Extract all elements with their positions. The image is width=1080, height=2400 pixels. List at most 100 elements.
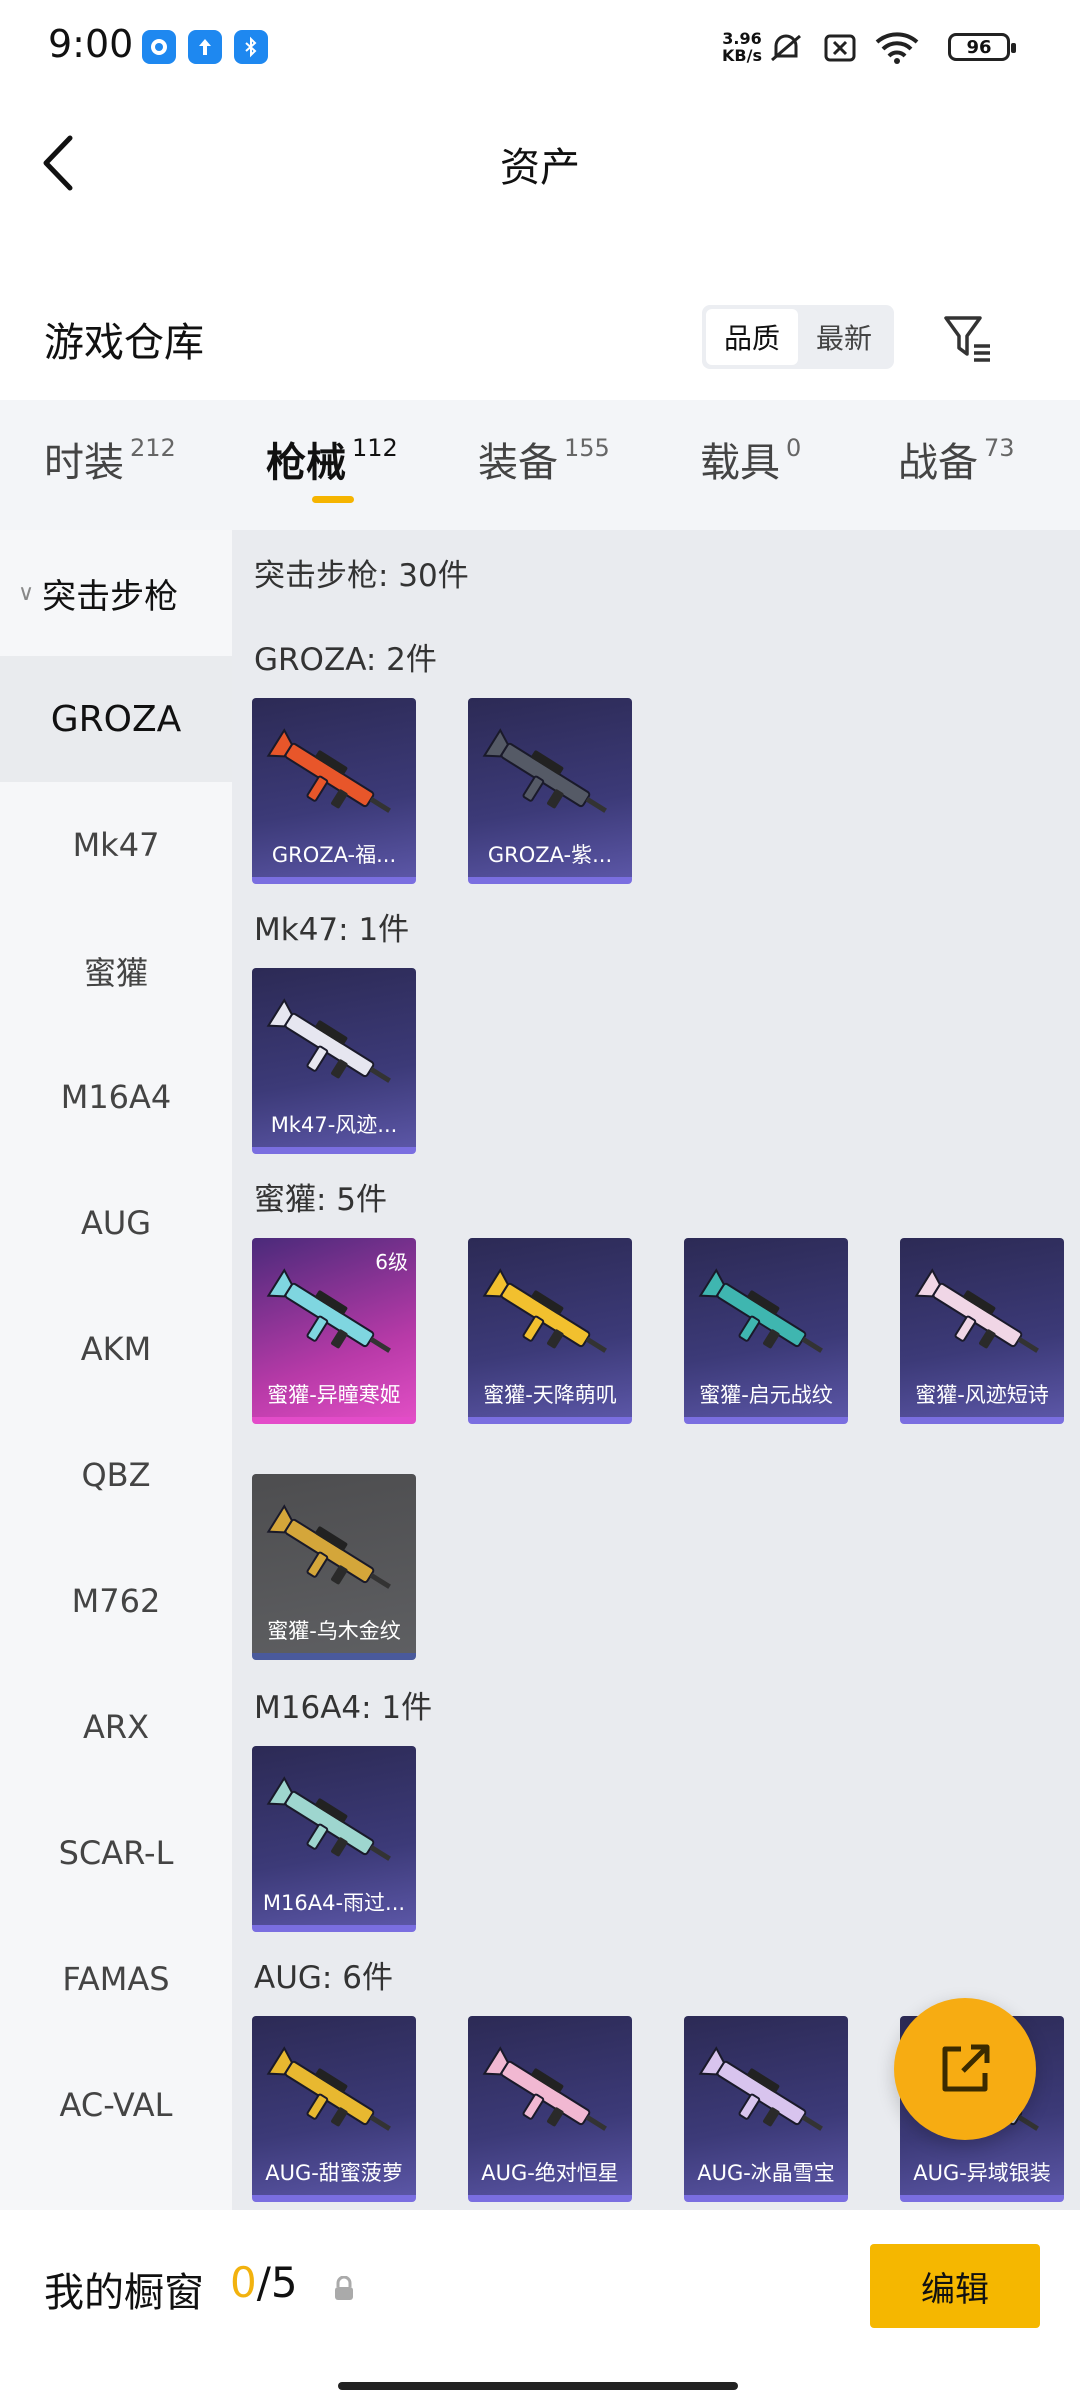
sort-quality-button[interactable]: 品质 [706,309,798,365]
active-tab-indicator [312,496,354,503]
weapon-image [266,1268,391,1353]
battery-indicator: 96 [948,33,1016,61]
weapon-image [266,1776,391,1861]
sidebar-item-famas[interactable]: FAMAS [0,1916,232,2042]
home-indicator [338,2382,738,2390]
tab-count: 73 [984,434,1015,462]
sim-off-icon [824,34,856,62]
weapon-card-name: AUG-甜蜜菠萝 [265,2161,403,2185]
tab-label: 时装 [44,440,124,486]
weapon-image [482,2046,607,2131]
tab-count: 155 [564,434,610,462]
showcase-count-current: 0 [230,2258,257,2307]
weapon-card[interactable]: GROZA-福... [252,698,416,884]
weapon-card-name: M16A4-雨过... [262,1891,406,1915]
weapon-level-badge: 6级 [375,1250,408,1274]
app-notification-icon [142,30,176,64]
tab-label: 枪械 [266,440,346,486]
sidebar-item-m16a4[interactable]: M16A4 [0,1034,232,1160]
weapon-card[interactable]: M16A4-雨过... [252,1746,416,1932]
share-button[interactable] [894,1998,1036,2140]
weapon-image [698,1268,823,1353]
weapon-card-name: 蜜獾-异瞳寒姬 [267,1383,401,1407]
sort-latest-button[interactable]: 最新 [798,309,890,365]
network-speed: 3.96 KB/s [722,30,762,64]
tab-count: 212 [130,434,176,462]
tab-firearms[interactable]: 枪械 112 [266,430,398,488]
tab-count: 0 [786,434,802,462]
sidebar-item-mk47[interactable]: Mk47 [0,782,232,908]
weapon-card[interactable]: AUG-甜蜜菠萝 [252,2016,416,2202]
filter-button[interactable] [940,310,996,366]
sidebar-item-ac-val[interactable]: AC-VAL [0,2042,232,2168]
weapon-card[interactable]: 蜜獾-启元战纹 [684,1238,848,1424]
section-title-groza: GROZA: 2件 [254,642,437,678]
sidebar-item-groza[interactable]: GROZA [0,656,232,782]
sidebar-item-qbz[interactable]: QBZ [0,1412,232,1538]
weapon-card-name: 蜜獾-乌木金纹 [267,1619,401,1643]
weapon-card[interactable]: GROZA-紫... [468,698,632,884]
weapon-card-name: Mk47-风迹... [270,1113,398,1137]
weapon-card-name: 蜜獾-启元战纹 [699,1383,833,1407]
page-title: 资产 [500,145,580,191]
weapon-card-name: AUG-冰晶雪宝 [697,2161,835,2185]
weapon-image [482,1268,607,1353]
sidebar-item-aug[interactable]: AUG [0,1160,232,1286]
tab-supplies[interactable]: 战备 73 [898,430,1015,488]
bluetooth-icon [234,30,268,64]
tab-label: 装备 [478,440,558,486]
network-speed-value: 3.96 [722,29,762,48]
weapon-card[interactable]: AUG-绝对恒星 [468,2016,632,2202]
sidebar-item-m762[interactable]: M762 [0,1538,232,1664]
sidebar-group-assault-rifles[interactable]: ∨ 突击步枪 [0,530,232,656]
weapon-card-name: AUG-绝对恒星 [481,2161,619,2185]
status-time: 9:00 [48,22,134,66]
weapon-card-name: AUG-异域银装 [913,2161,1051,2185]
weapon-card[interactable]: AUG-冰晶雪宝 [684,2016,848,2202]
showcase-bar: 我的橱窗 0/5 编辑 [0,2210,1080,2400]
section-title-aug: AUG: 6件 [254,1960,393,1996]
weapon-card[interactable]: 6级 蜜獾-异瞳寒姬 [252,1238,416,1424]
weapon-card-name: GROZA-福... [271,843,397,867]
weapon-card[interactable]: Mk47-风迹... [252,968,416,1154]
upload-icon [188,30,222,64]
section-title-mk47: Mk47: 1件 [254,912,410,948]
lock-icon [335,2276,353,2300]
tab-label: 战备 [898,440,978,486]
network-speed-unit: KB/s [722,46,762,65]
weapon-image [698,2046,823,2131]
warehouse-title: 游戏仓库 [44,320,204,366]
showcase-count-total: /5 [256,2258,298,2307]
edit-button[interactable]: 编辑 [870,2244,1040,2328]
filter-icon [944,316,982,356]
status-bar: 9:00 3.96 KB/s 96 [0,0,1080,100]
sort-toggle: 品质 最新 [702,305,894,369]
showcase-count: 0/5 [230,2258,298,2307]
section-title-m16a4: M16A4: 1件 [254,1690,433,1726]
tab-count: 112 [352,434,398,462]
showcase-label: 我的橱窗 [44,2270,204,2316]
sidebar-item-scar-l[interactable]: SCAR-L [0,1790,232,1916]
share-external-icon [942,2044,990,2092]
wifi-icon [875,32,919,64]
weapon-list: 突击步枪: 30件 GROZA: 2件 GROZA-福... GROZA-紫..… [232,530,1080,2210]
weapon-type-sidebar: ∨ 突击步枪 GROZA Mk47 蜜獾 M16A4 AUG AKM QBZ M… [0,530,232,2210]
tab-label: 载具 [700,440,780,486]
weapon-image [266,998,391,1083]
tab-fashion[interactable]: 时装 212 [44,430,176,488]
weapon-card-name: 蜜獾-天降萌叽 [483,1383,617,1407]
weapon-card[interactable]: 蜜獾-天降萌叽 [468,1238,632,1424]
sidebar-item-akm[interactable]: AKM [0,1286,232,1412]
sidebar-group-label: 突击步枪 [42,576,179,617]
weapon-card[interactable]: 蜜獾-风迹短诗 [900,1238,1064,1424]
weapon-card-name: GROZA-紫... [487,843,613,867]
category-tabs: 时装 212 枪械 112 装备 155 载具 0 战备 73 [0,400,1080,530]
weapon-card[interactable]: 蜜獾-乌木金纹 [252,1474,416,1660]
weapon-card-name: 蜜獾-风迹短诗 [915,1383,1049,1407]
tab-vehicles[interactable]: 载具 0 [700,430,801,488]
sidebar-item-honey-badger[interactable]: 蜜獾 [0,908,232,1034]
weapon-image [914,1268,1039,1353]
category-header: 突击步枪: 30件 [254,558,469,594]
sidebar-item-arx[interactable]: ARX [0,1664,232,1790]
tab-equipment[interactable]: 装备 155 [478,430,610,488]
